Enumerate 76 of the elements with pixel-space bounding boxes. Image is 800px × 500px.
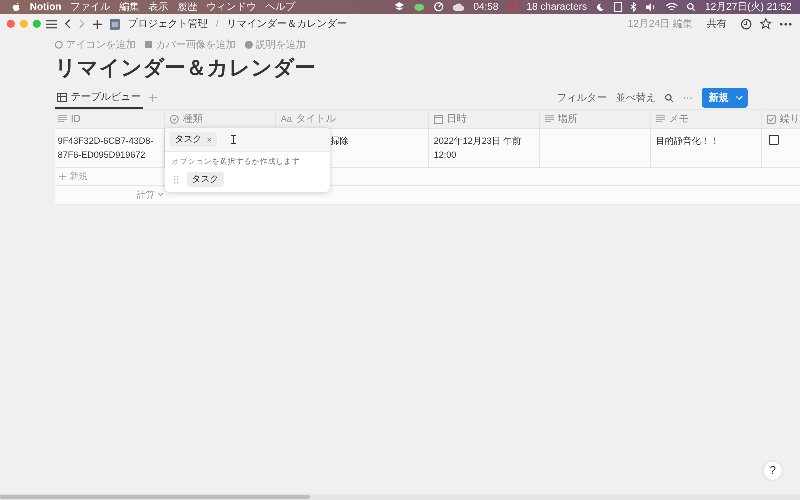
share-button[interactable]: 共有: [701, 17, 733, 31]
menu-icon[interactable]: [46, 20, 57, 28]
menu-item[interactable]: 表示: [148, 0, 169, 14]
column-label: タイトル: [296, 113, 336, 126]
calculate-button[interactable]: 計算: [137, 188, 164, 202]
menu-item[interactable]: 履歴: [178, 0, 198, 14]
checkbox[interactable]: [769, 135, 779, 145]
image-icon: [145, 41, 153, 49]
table-cell-text: 2022年12月23日 午前 12:00: [434, 135, 523, 162]
edited-date: 12月24日 編集: [628, 18, 693, 31]
search-icon[interactable]: [687, 2, 696, 12]
bluetooth-icon[interactable]: [631, 2, 638, 12]
filter-button[interactable]: フィルター: [557, 91, 607, 105]
menu-item[interactable]: ウィンドウ: [206, 0, 257, 14]
breadcrumb-separator: /: [216, 18, 219, 30]
table-cell-text: 目的静音化！！: [656, 135, 720, 148]
menu-item[interactable]: ファイル: [70, 0, 111, 14]
character-count[interactable]: 18 characters: [526, 2, 588, 12]
add-description-link[interactable]: 説明を追加: [245, 38, 306, 52]
volume-icon[interactable]: [646, 2, 658, 12]
horizontal-scrollbar[interactable]: [0, 494, 800, 500]
breadcrumb-link[interactable]: リマインダー＆カレンダー: [226, 17, 347, 31]
sort-button[interactable]: 並べ替え: [616, 91, 656, 105]
clock-icon[interactable]: [741, 18, 752, 30]
moon-icon[interactable]: [596, 2, 606, 12]
column-label: 日時: [447, 112, 467, 126]
box-icon[interactable]: [394, 2, 405, 12]
search-icon[interactable]: [665, 94, 674, 102]
more-icon[interactable]: [780, 22, 792, 26]
lines-icon: [545, 115, 554, 123]
breadcrumb-link[interactable]: プロジェクト管理: [128, 17, 208, 31]
plus-icon[interactable]: [93, 20, 102, 28]
new-button[interactable]: 新規: [702, 88, 748, 108]
column-label: 繰り: [780, 113, 800, 126]
column-label: 種類: [183, 112, 203, 126]
back-icon[interactable]: [65, 19, 71, 29]
apple-icon[interactable]: [12, 2, 21, 12]
column-label: 場所: [558, 112, 578, 126]
column-header[interactable]: ID: [55, 110, 165, 128]
cloud-icon[interactable]: [452, 3, 465, 11]
table-icon: [57, 92, 67, 102]
checkbox-icon: [767, 114, 776, 124]
text-cursor-icon: [231, 135, 236, 144]
menu-item[interactable]: ヘルプ: [266, 0, 296, 14]
timer-text: 04:58: [474, 2, 499, 12]
calendar-icon: [434, 114, 443, 124]
caret-icon: [158, 193, 164, 197]
close-button[interactable]: [7, 20, 15, 28]
menu-item[interactable]: 編集: [120, 0, 140, 14]
selected-tag[interactable]: タスク ×: [170, 132, 218, 147]
page-title: リマインダー＆カレンダー: [55, 56, 317, 82]
drag-handle-icon[interactable]: [174, 176, 179, 184]
column-label: ID: [71, 114, 81, 124]
table-cell-text: 掃除: [330, 135, 350, 148]
remove-tag-button[interactable]: ×: [207, 134, 212, 144]
lines-icon: [656, 115, 665, 123]
page-icon: [110, 18, 120, 30]
star-icon[interactable]: [760, 18, 772, 30]
clipboard-icon[interactable]: [614, 2, 622, 12]
wifi-icon[interactable]: [666, 2, 678, 12]
title-type-text: Aa: [281, 114, 292, 124]
app-menu[interactable]: Notion: [30, 2, 62, 12]
more-button[interactable]: ···: [683, 92, 693, 104]
caret-icon[interactable]: [736, 96, 743, 100]
chat-icon[interactable]: [414, 2, 425, 12]
lines-icon: [58, 115, 67, 123]
help-button[interactable]: ?: [764, 462, 782, 480]
gauge-icon[interactable]: [434, 2, 444, 12]
column-label: メモ: [669, 113, 689, 126]
info-icon: [245, 41, 253, 49]
table-cell-text: 9F43F32D-6CB7-43D8-87F6-ED095D919672: [58, 135, 155, 162]
option-tag[interactable]: タスク: [187, 172, 224, 187]
menu-bar-clock[interactable]: 12月27日(火) 21:52: [705, 0, 792, 14]
plus-icon: [59, 173, 66, 180]
add-cover-link[interactable]: カバー画像を追加: [145, 38, 236, 52]
dropdown-icon: [170, 114, 179, 124]
